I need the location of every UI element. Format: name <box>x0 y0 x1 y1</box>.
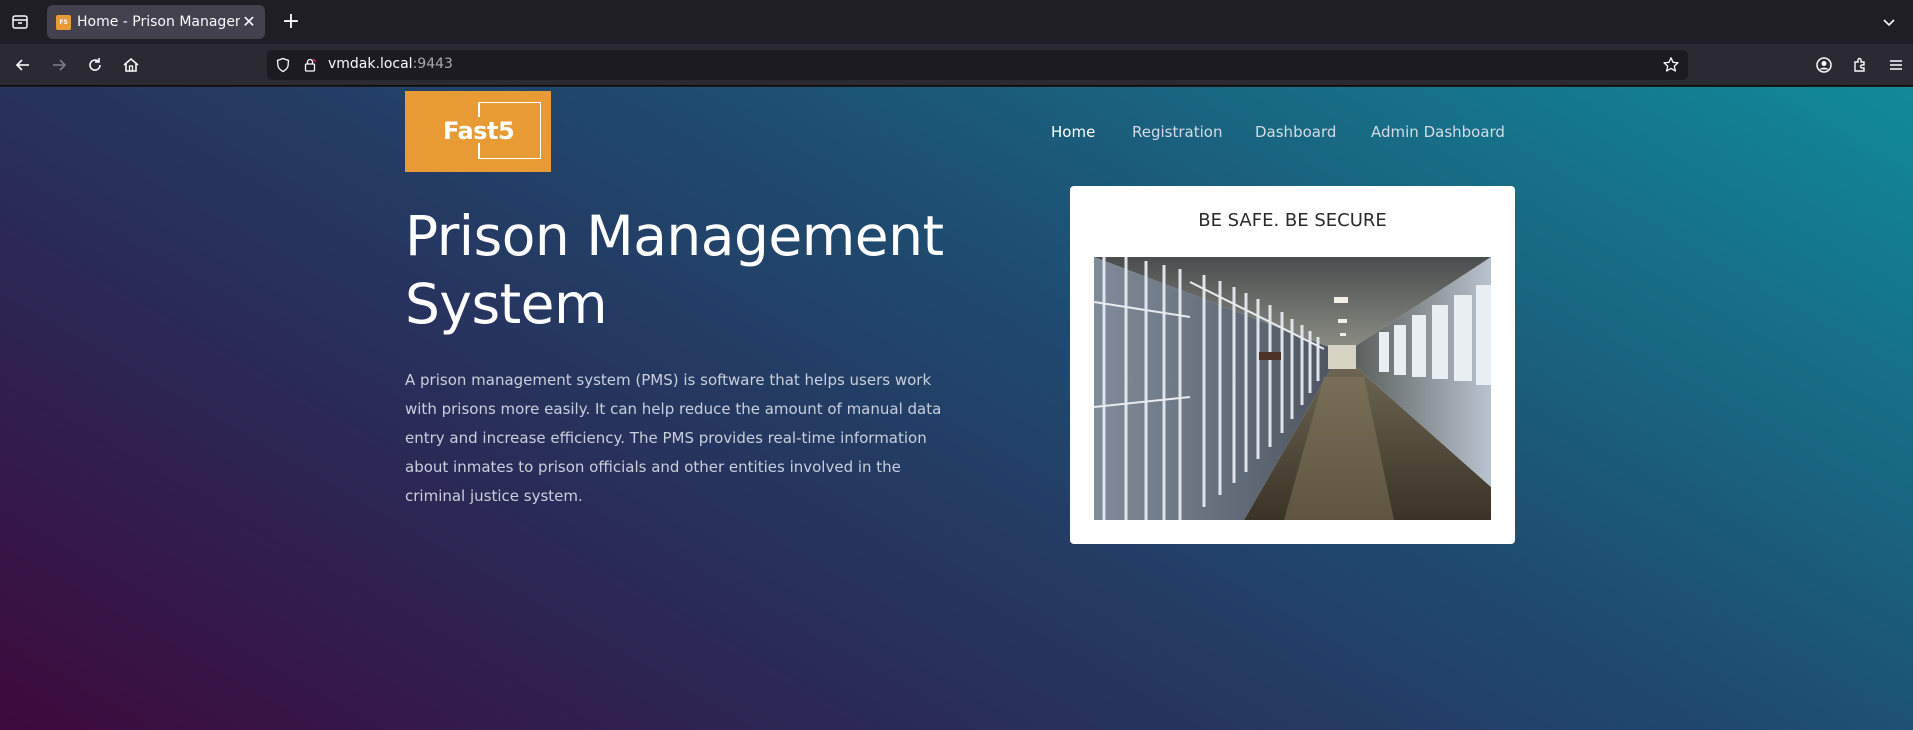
nav-link-home[interactable]: Home <box>1051 123 1095 141</box>
close-tab-icon[interactable]: ✕ <box>240 12 258 32</box>
tab-title: Home - Prison Management System <box>77 14 240 30</box>
home-icon[interactable] <box>120 54 142 76</box>
menu-icon[interactable] <box>1885 54 1907 76</box>
browser-toolbar: vmdak.local:9443 <box>0 44 1913 86</box>
hero-card: BE SAFE. BE SECURE <box>1070 186 1515 544</box>
site-logo[interactable]: Fast5 <box>405 91 551 172</box>
account-icon[interactable] <box>1813 54 1835 76</box>
lock-icon[interactable] <box>302 57 318 73</box>
nav-link-dashboard[interactable]: Dashboard <box>1255 123 1336 141</box>
forward-icon[interactable] <box>48 54 70 76</box>
new-tab-icon[interactable]: + <box>280 11 302 33</box>
bookmark-star-icon[interactable] <box>1662 56 1680 74</box>
url-port: :9443 <box>412 56 453 72</box>
favicon-icon: F5 <box>56 15 71 30</box>
browser-tab-bar: F5 Home - Prison Management System ✕ + <box>0 0 1913 44</box>
url-text: vmdak.local:9443 <box>328 56 453 72</box>
chevron-down-icon[interactable] <box>1879 12 1899 32</box>
hero-description: A prison management system (PMS) is soft… <box>405 371 942 505</box>
extensions-icon[interactable] <box>1849 54 1871 76</box>
shield-icon[interactable] <box>275 57 291 73</box>
hero-title: Prison Management System <box>405 204 944 336</box>
logo-frame-edge <box>478 143 480 159</box>
card-title: BE SAFE. BE SECURE <box>1198 210 1387 231</box>
web-page: Fast5 Home Registration Dashboard Admin … <box>0 87 1913 730</box>
back-icon[interactable] <box>12 54 34 76</box>
nav-link-admin-dashboard[interactable]: Admin Dashboard <box>1371 123 1505 141</box>
url-bar[interactable]: vmdak.local:9443 <box>267 50 1688 80</box>
prison-corridor-image <box>1094 257 1491 520</box>
tab-list-icon[interactable] <box>10 12 30 32</box>
nav-link-registration[interactable]: Registration <box>1132 123 1222 141</box>
logo-frame-edge <box>478 102 480 117</box>
browser-tab[interactable]: F5 Home - Prison Management System ✕ <box>47 5 265 39</box>
logo-text: Fast5 <box>443 117 515 145</box>
url-host: vmdak.local <box>328 56 413 72</box>
reload-icon[interactable] <box>84 54 106 76</box>
